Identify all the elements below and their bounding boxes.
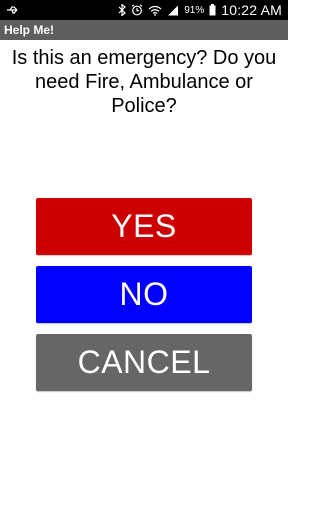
emergency-question: Is this an emergency? Do you need Fire, … bbox=[11, 47, 277, 117]
clock: 10:22 AM bbox=[221, 2, 282, 18]
yes-button[interactable]: YES bbox=[36, 198, 252, 255]
status-bar-right: 91% 10:22 AM bbox=[118, 0, 288, 20]
battery-icon bbox=[209, 0, 216, 20]
signal-icon bbox=[167, 0, 179, 20]
app-title-bar: Help Me! bbox=[0, 20, 288, 40]
status-bar-left bbox=[0, 0, 20, 20]
usb-icon bbox=[6, 0, 20, 20]
cancel-button[interactable]: CANCEL bbox=[36, 334, 252, 391]
no-button[interactable]: NO bbox=[36, 266, 252, 323]
bluetooth-icon bbox=[118, 0, 127, 20]
wifi-icon bbox=[148, 0, 162, 20]
app-title: Help Me! bbox=[4, 23, 55, 37]
battery-percent: 91% bbox=[184, 4, 205, 16]
alarm-icon bbox=[131, 0, 143, 20]
status-bar: 91% 10:22 AM bbox=[0, 0, 288, 20]
